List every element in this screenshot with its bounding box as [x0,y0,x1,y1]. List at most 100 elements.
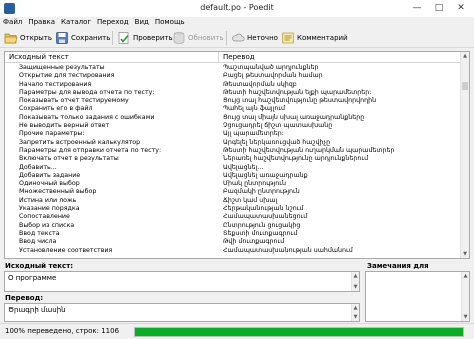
table-row[interactable]: Показывать отчет тестируемому Ցույց տալ հ… [5,97,462,105]
row-translation-text: Ավելացնել... [223,163,264,171]
scroll-down-icon[interactable]: ▼ [461,250,469,258]
table-row[interactable]: Одиночный выбор Միակ ընտրություն [5,180,462,188]
comment-note-icon [281,31,295,45]
table-row[interactable]: Сопоставление Համապատասխանեցում [5,213,462,221]
row-translation-text: Բազմակի ընտրություն [223,188,300,196]
row-translation-text: Տեքստի մուտքագրում [223,229,298,237]
row-translation-text: Ցույց տալ հաշվետվությունը թեստավորվողին [223,97,377,105]
comment-button[interactable]: Комментарий [281,30,348,46]
row-translation-text: Բացել թեստավորման համար [223,72,323,80]
row-source-text: Сопоставление [19,213,70,221]
menu-bar: Файл Правка Каталог Переход Вид Помощь [0,17,474,28]
row-source-text: Добавить... [19,163,57,171]
row-source-text: Истина или ложь [19,196,77,204]
row-source-text: Начало тестирования [19,80,92,88]
translation-scrollbar[interactable]: ▲ ▼ [351,304,359,321]
row-source-text: Показывать только задания с ошибками [19,113,155,121]
menu-catalog[interactable]: Каталог [58,17,94,28]
update-button[interactable]: Обновить [172,30,224,46]
table-row[interactable]: Истина или ложь Ճիշտ կամ սխալ [5,197,462,205]
table-row[interactable]: Ввод числа Թվի մուտքագրում [5,238,462,246]
scroll-down-icon[interactable]: ▼ [352,284,359,290]
table-row[interactable]: Прочие параметры: Այլ պարամետրեր: [5,130,462,138]
table-row[interactable]: Множественный выбор Բազմակի ընտրություն [5,188,462,196]
table-row[interactable]: Параметры для вывода отчета по тесту: Թես… [5,89,462,97]
table-row[interactable]: Выбор из списка Ընտրություն ցուցակից [5,222,462,230]
column-header-translation[interactable]: Перевод [223,53,255,61]
table-row[interactable]: Показывать только задания с ошибками Ցույ… [5,114,462,122]
table-row[interactable]: Установление соответствия Համապատասխանութ… [5,247,462,255]
scroll-up-icon[interactable]: ▲ [352,305,359,311]
validate-button[interactable]: Проверить [117,30,173,46]
table-row[interactable]: Добавить... Ավելացնել... [5,164,462,172]
row-source-text: Параметры для вывода отчета по тесту: [19,88,155,96]
row-source-text: Параметры для отправки отчета по тесту: [19,146,162,154]
minimize-icon[interactable]: — [406,0,428,17]
table-row[interactable]: Добавить задание Ավելացնել առաջադրանք [5,172,462,180]
scroll-down-icon[interactable]: ▼ [462,314,469,320]
table-row[interactable]: Запретить встроенный калькулятор Արգելել … [5,139,462,147]
table-row[interactable]: Сохранить его в файл Պահել այն ֆայլում [5,105,462,113]
translation-input[interactable]: Ծրագրի մասին ▲ ▼ [4,303,360,322]
table-row[interactable]: Указание порядка Հերթականության նշում [5,205,462,213]
menu-file[interactable]: Файл [0,17,25,28]
menu-edit[interactable]: Правка [25,17,58,28]
row-source-text: Запретить встроенный калькулятор [19,138,141,146]
row-translation-text: Միակ ընտրություն [223,180,287,188]
close-icon[interactable]: ✕ [450,0,472,17]
row-source-text: Защищенные результаты [19,64,105,71]
open-button[interactable]: Открыть [4,30,52,46]
source-text-value: О программе [8,274,57,282]
column-divider[interactable] [218,52,219,63]
table-row[interactable]: Начало тестирования Թեստավորման սկիզբ [5,81,462,89]
list-vertical-scrollbar[interactable]: ▲ ▼ [460,52,469,258]
row-translation-text: Արգելել ներկառուցված հաշվիչը [223,138,331,146]
row-source-text: Ввод текста [19,229,60,237]
source-text-box[interactable]: О программе ▲ ▼ [4,271,360,292]
cloud-fuzzy-icon [231,31,245,45]
strings-list[interactable]: Исходный текст Перевод Защищенные резуль… [4,51,470,259]
scroll-up-icon[interactable]: ▲ [461,52,469,60]
scroll-down-icon[interactable]: ▼ [352,314,359,320]
table-row[interactable]: Не выводить верный ответ Չցուցադրել ճիշտ … [5,122,462,130]
menu-help[interactable]: Помощь [152,17,188,28]
source-scrollbar[interactable]: ▲ ▼ [351,272,359,291]
row-translation-text: Ցույց տալ միայն սխալ առաջադրանքները [223,113,365,121]
validate-check-icon [117,31,131,45]
status-text: 100% переведено, строк: 1106 [5,327,120,335]
translator-notes-box[interactable]: ▲ ▼ [365,271,470,322]
save-button[interactable]: Сохранить [55,30,110,46]
toolbar-separator [112,31,113,45]
row-source-text: Одиночный выбор [19,180,80,188]
row-translation-text: Պաշտպանված արդյունքներ [223,64,319,71]
list-header: Исходный текст Перевод [5,52,462,63]
row-translation-text: Թեստի հաշվետվության ելքի պարամետրեր: [223,88,372,96]
scroll-up-icon[interactable]: ▲ [352,273,359,279]
row-source-text: Множественный выбор [19,188,97,196]
status-bar: 100% переведено, строк: 1106 [0,323,474,339]
translation-value: Ծրագրի մասին [8,306,66,314]
scroll-thumb[interactable] [462,82,468,90]
maximize-icon[interactable]: □ [428,0,450,17]
row-translation-text: Այլ պարամետրեր: [223,130,284,138]
row-translation-text: Հերթականության նշում [223,205,304,213]
row-translation-text: Ընտրություն ցուցակից [223,221,301,229]
menu-go[interactable]: Переход [94,17,132,28]
menu-view[interactable]: Вид [132,17,152,28]
source-text-label: Исходный текст: [5,262,74,270]
notes-scrollbar[interactable]: ▲ ▼ [461,272,469,321]
row-translation-text: Չցուցադրել ճիշտ պատասխանը [223,122,333,130]
table-row[interactable]: Защищенные результаты Պաշտպանված արդյունք… [5,64,462,72]
update-database-icon [172,31,186,45]
table-row[interactable]: Открытие для тестирования Բացել թեստավորմ… [5,72,462,80]
table-row[interactable]: Параметры для отправки отчета по тесту: Թ… [5,147,462,155]
scroll-up-icon[interactable]: ▲ [462,273,469,279]
table-row[interactable]: Включать отчет в результаты Ներառել հաշվե… [5,155,462,163]
row-source-text: Прочие параметры: [19,130,85,138]
column-header-source[interactable]: Исходный текст [9,53,69,61]
row-source-text: Показывать отчет тестируемому [19,97,129,105]
fuzzy-button[interactable]: Неточно [231,30,278,46]
window-title: default.po - Poedit [200,3,274,12]
table-row[interactable]: Ввод текста Տեքստի մուտքագրում [5,230,462,238]
row-source-text: Ввод числа [19,238,57,246]
